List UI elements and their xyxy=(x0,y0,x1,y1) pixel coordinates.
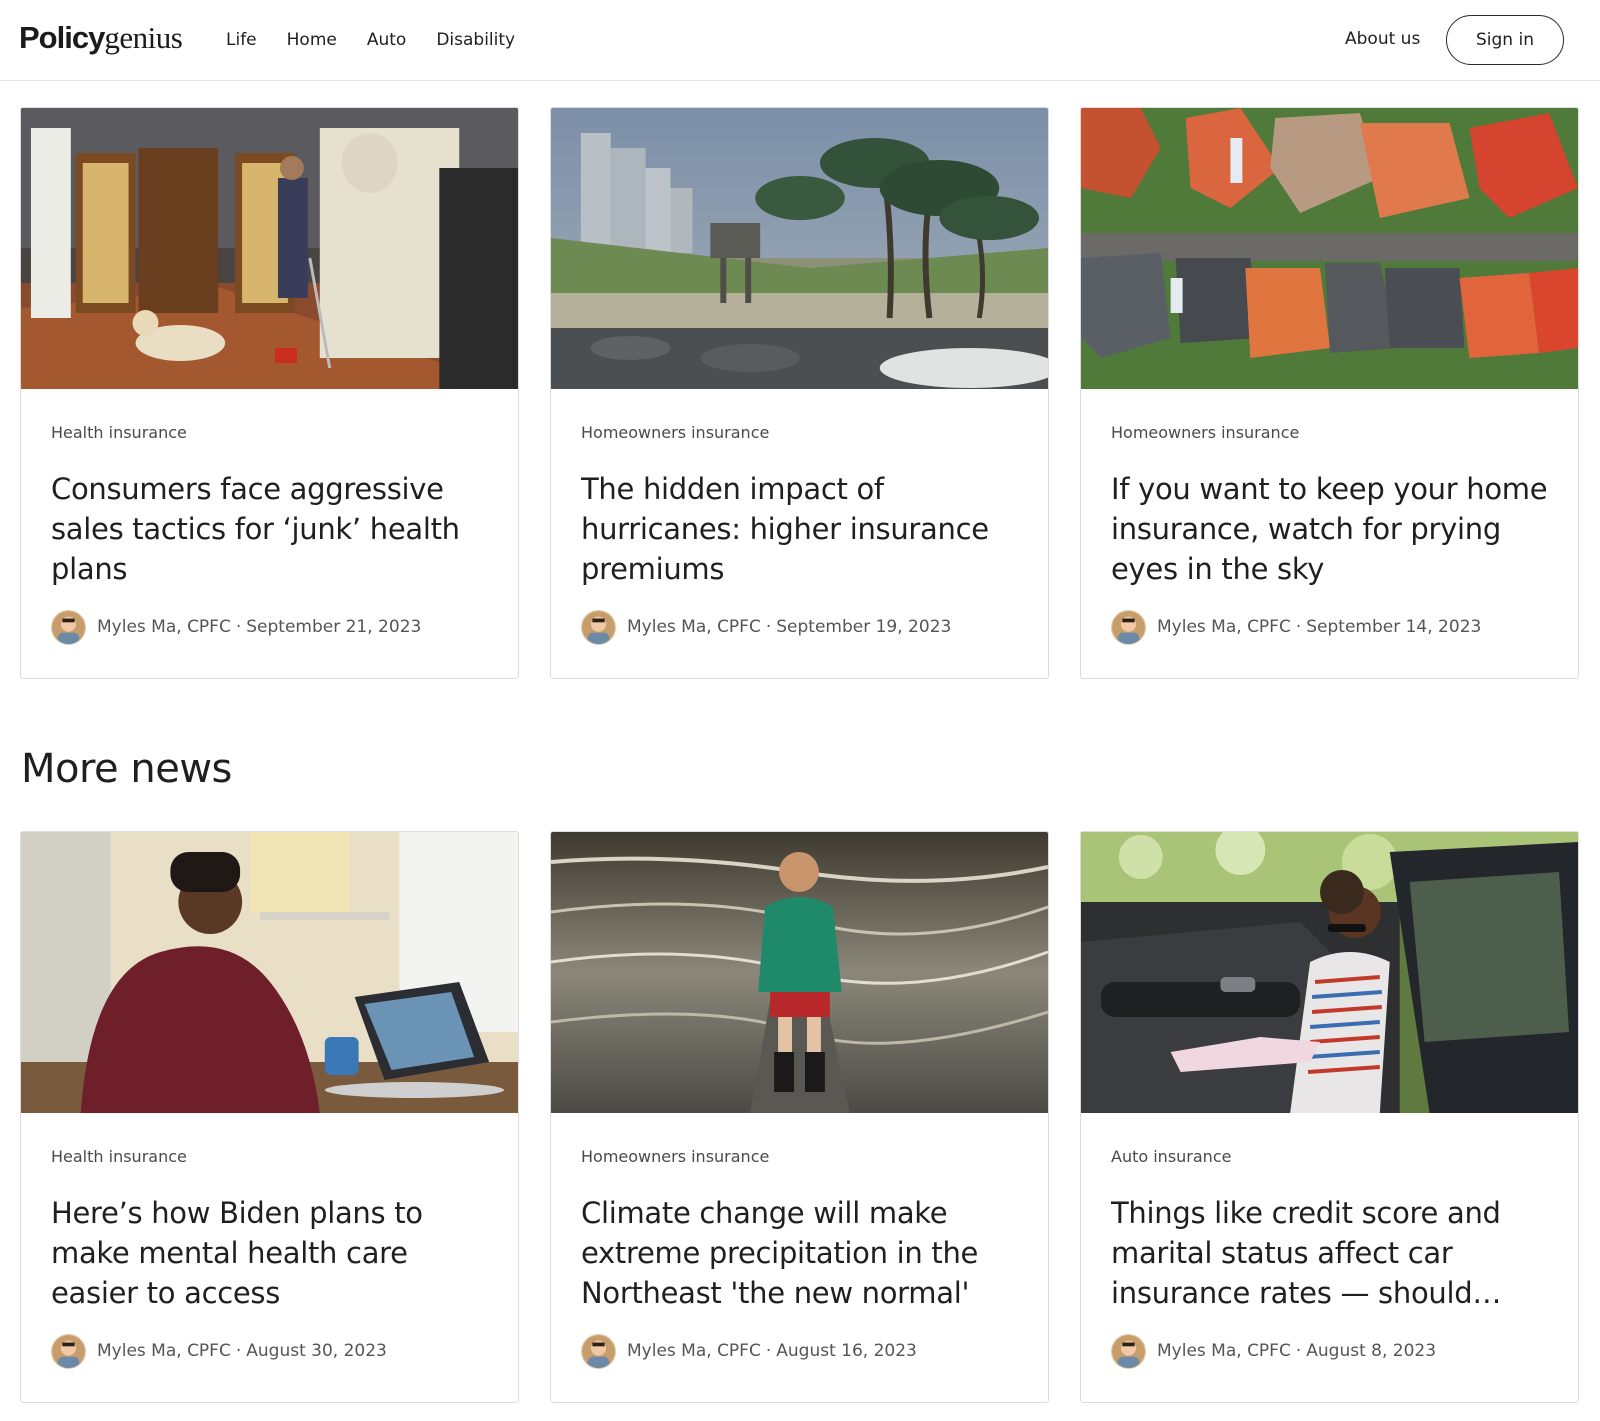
article-category[interactable]: Homeowners insurance xyxy=(581,423,1018,443)
byline-text: Myles Ma, CPFC · August 16, 2023 xyxy=(627,1341,917,1361)
author-avatar xyxy=(1111,1333,1146,1369)
top-articles-grid: Health insurance Consumers face aggressi… xyxy=(20,107,1580,679)
article-card[interactable]: Homeowners insurance The hidden impact o… xyxy=(550,107,1049,679)
sign-in-button[interactable]: Sign in xyxy=(1446,15,1564,65)
author-name[interactable]: Myles Ma, CPFC xyxy=(1157,1341,1291,1361)
article-category[interactable]: Health insurance xyxy=(51,1147,488,1167)
article-title[interactable]: Here’s how Biden plans to make mental he… xyxy=(51,1193,488,1313)
site-header: Policygenius Life Home Auto Disability A… xyxy=(0,0,1600,81)
article-image xyxy=(21,108,518,389)
author-name[interactable]: Myles Ma, CPFC xyxy=(1157,617,1291,637)
article-byline: Myles Ma, CPFC · August 8, 2023 xyxy=(1111,1333,1548,1369)
article-category[interactable]: Homeowners insurance xyxy=(581,1147,1018,1167)
article-byline: Myles Ma, CPFC · August 16, 2023 xyxy=(581,1333,1018,1369)
author-avatar xyxy=(1111,609,1146,645)
article-image xyxy=(21,832,518,1113)
article-date: August 8, 2023 xyxy=(1306,1341,1437,1361)
article-card[interactable]: Health insurance Consumers face aggressi… xyxy=(20,107,519,679)
article-card[interactable]: Homeowners insurance Climate change will… xyxy=(550,831,1049,1403)
article-card[interactable]: Health insurance Here’s how Biden plans … xyxy=(20,831,519,1403)
more-news-grid: Health insurance Here’s how Biden plans … xyxy=(20,831,1580,1403)
author-name[interactable]: Myles Ma, CPFC xyxy=(627,1341,761,1361)
article-title[interactable]: Things like credit score and marital sta… xyxy=(1111,1193,1548,1313)
author-name[interactable]: Myles Ma, CPFC xyxy=(97,617,231,637)
article-category[interactable]: Auto insurance xyxy=(1111,1147,1548,1167)
author-avatar xyxy=(581,609,616,645)
article-category[interactable]: Health insurance xyxy=(51,423,488,443)
article-byline: Myles Ma, CPFC · August 30, 2023 xyxy=(51,1333,488,1369)
article-title[interactable]: If you want to keep your home insurance,… xyxy=(1111,469,1548,589)
byline-text: Myles Ma, CPFC · September 21, 2023 xyxy=(97,617,422,637)
author-avatar xyxy=(51,1333,86,1369)
nav-link-auto[interactable]: Auto xyxy=(367,29,406,51)
article-date: September 14, 2023 xyxy=(1306,617,1482,637)
article-category[interactable]: Homeowners insurance xyxy=(1111,423,1548,443)
policygenius-logo[interactable]: Policygenius xyxy=(19,18,183,58)
article-title[interactable]: The hidden impact of hurricanes: higher … xyxy=(581,469,1018,589)
byline-text: Myles Ma, CPFC · September 19, 2023 xyxy=(627,617,952,637)
author-name[interactable]: Myles Ma, CPFC xyxy=(627,617,761,637)
byline-text: Myles Ma, CPFC · August 8, 2023 xyxy=(1157,1341,1437,1361)
article-byline: Myles Ma, CPFC · September 21, 2023 xyxy=(51,609,488,645)
article-card[interactable]: Homeowners insurance If you want to keep… xyxy=(1080,107,1579,679)
article-image xyxy=(1081,108,1578,389)
article-date: September 19, 2023 xyxy=(776,617,952,637)
author-name[interactable]: Myles Ma, CPFC xyxy=(97,1341,231,1361)
article-image xyxy=(1081,832,1578,1113)
byline-text: Myles Ma, CPFC · September 14, 2023 xyxy=(1157,617,1482,637)
article-byline: Myles Ma, CPFC · September 19, 2023 xyxy=(581,609,1018,645)
nav-link-home[interactable]: Home xyxy=(287,29,337,51)
article-image xyxy=(551,832,1048,1113)
author-avatar xyxy=(51,609,86,645)
article-title[interactable]: Consumers face aggressive sales tactics … xyxy=(51,469,488,589)
article-image xyxy=(551,108,1048,389)
main-nav: Life Home Auto Disability xyxy=(226,29,545,51)
logo-light-text: genius xyxy=(104,20,183,55)
logo-bold-text: Policy xyxy=(19,20,105,55)
article-byline: Myles Ma, CPFC · September 14, 2023 xyxy=(1111,609,1548,645)
more-news-heading: More news xyxy=(21,746,232,792)
about-us-link[interactable]: About us xyxy=(1345,28,1420,50)
nav-link-disability[interactable]: Disability xyxy=(436,29,515,51)
article-date: August 30, 2023 xyxy=(246,1341,387,1361)
article-card[interactable]: Auto insurance Things like credit score … xyxy=(1080,831,1579,1403)
article-date: August 16, 2023 xyxy=(776,1341,917,1361)
author-avatar xyxy=(581,1333,616,1369)
byline-text: Myles Ma, CPFC · August 30, 2023 xyxy=(97,1341,387,1361)
article-date: September 21, 2023 xyxy=(246,617,422,637)
article-title[interactable]: Climate change will make extreme precipi… xyxy=(581,1193,1018,1313)
nav-link-life[interactable]: Life xyxy=(226,29,257,51)
